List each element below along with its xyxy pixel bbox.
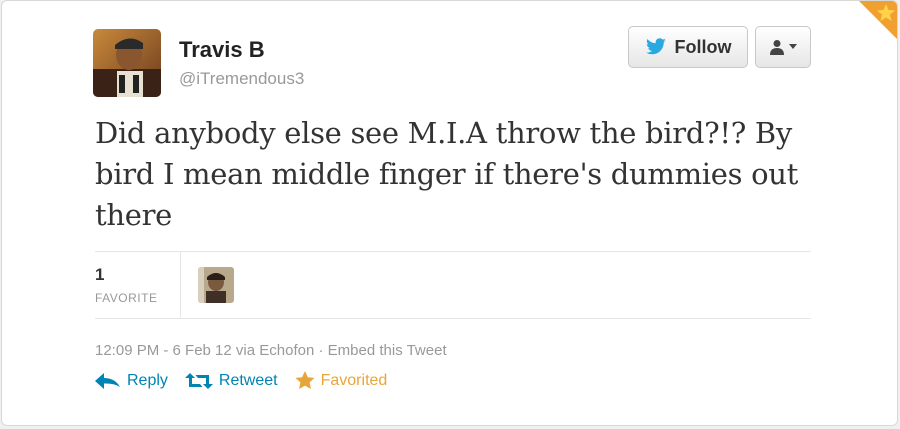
- retweet-action[interactable]: Retweet: [184, 371, 278, 390]
- tweet-meta: 12:09 PM - 6 Feb 12 via Echofon · Embed …: [95, 342, 447, 359]
- stats-vertical-divider: [180, 252, 181, 318]
- follow-button[interactable]: Follow: [628, 26, 748, 68]
- favorited-action[interactable]: Favorited: [295, 371, 388, 390]
- stats-top-divider: [95, 251, 811, 252]
- bird-icon: [645, 38, 666, 55]
- author-avatar[interactable]: [93, 29, 161, 97]
- favoriter-avatar[interactable]: [198, 267, 234, 303]
- retweet-icon: [184, 372, 213, 389]
- favorite-count-label[interactable]: FAVORITE: [95, 291, 157, 305]
- follow-button-label: Follow: [674, 36, 732, 57]
- tweet-timestamp[interactable]: 12:09 PM - 6 Feb 12: [95, 342, 232, 359]
- embed-tweet-link[interactable]: Embed this Tweet: [328, 342, 447, 359]
- stats-bottom-divider: [95, 318, 811, 319]
- favorited-label: Favorited: [320, 371, 388, 389]
- tweet-via[interactable]: via Echofon: [236, 342, 314, 359]
- tweet-card: Travis B @iTremendous3 Follow Did anybod…: [1, 0, 898, 426]
- reply-label: Reply: [127, 371, 168, 389]
- person-icon: [770, 40, 784, 55]
- tweet-text: Did anybody else see M.I.A throw the bir…: [95, 116, 799, 232]
- author-name[interactable]: Travis B: [179, 37, 265, 63]
- reply-action[interactable]: Reply: [95, 372, 168, 390]
- tweet-actions: Reply Retweet Favorited: [95, 371, 404, 390]
- retweet-label: Retweet: [218, 371, 278, 389]
- user-actions-button[interactable]: [755, 26, 811, 68]
- favorited-corner-star-icon: [859, 1, 897, 39]
- reply-arrow-icon: [95, 372, 120, 389]
- author-handle[interactable]: @iTremendous3: [179, 69, 304, 89]
- star-icon: [295, 371, 315, 389]
- meta-separator: ·: [318, 342, 324, 359]
- caret-down-icon: [789, 44, 797, 49]
- favorite-count[interactable]: 1: [95, 265, 104, 285]
